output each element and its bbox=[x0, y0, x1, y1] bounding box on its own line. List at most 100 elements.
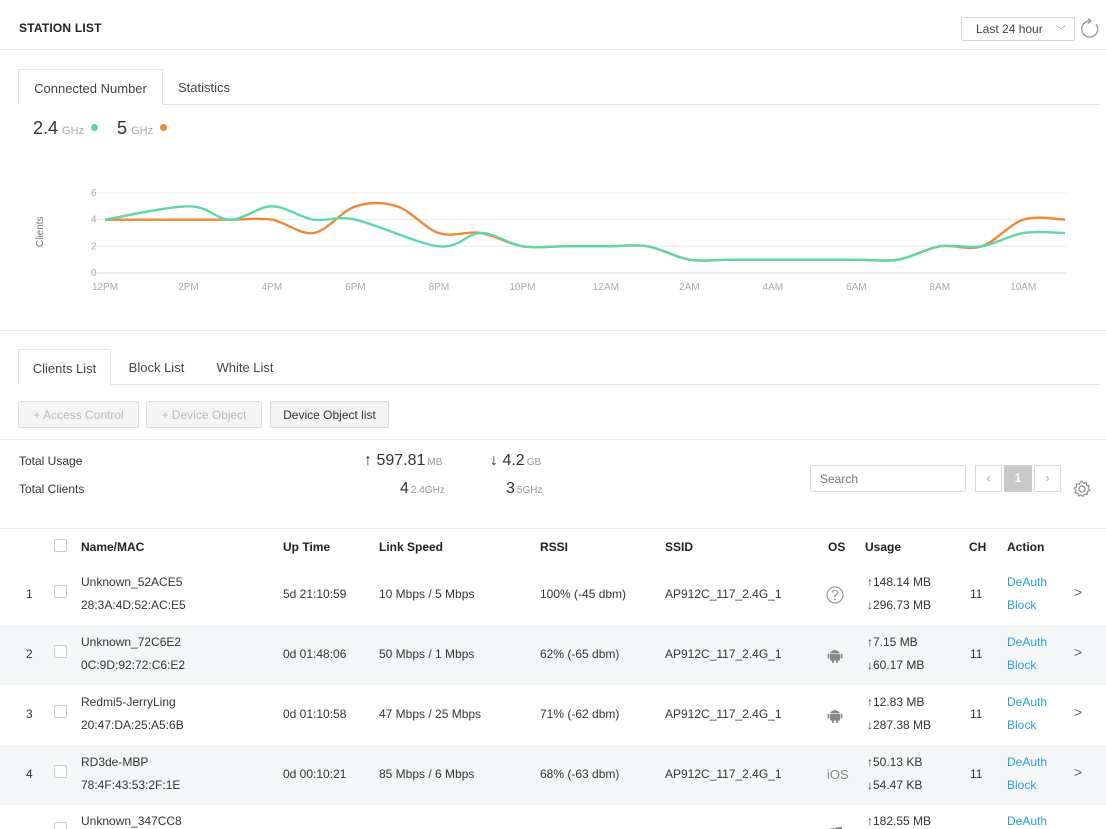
row-download: ↓60.17 MB bbox=[867, 658, 925, 672]
row-checkbox[interactable] bbox=[54, 645, 67, 658]
next-page-button[interactable]: › bbox=[1034, 465, 1061, 492]
chevron-right-icon[interactable]: > bbox=[1074, 584, 1082, 600]
row-mac: 0C:9D:92:72:C6:E2 bbox=[81, 658, 186, 672]
table-row[interactable]: 3 Redmi5-JerryLing 20:47:DA:25:A5:6B 0d … bbox=[0, 685, 1106, 745]
y-tick-label: 2 bbox=[91, 241, 97, 252]
row-channel: 11 bbox=[970, 767, 983, 781]
row-link-speed: 85 Mbps / 6 Mbps bbox=[379, 767, 475, 781]
legend-24-unit: GHz bbox=[62, 125, 85, 137]
row-download: ↓296.73 MB bbox=[867, 598, 932, 612]
row-upload: ↑182.55 MB bbox=[867, 814, 932, 828]
deauth-link[interactable]: DeAuth bbox=[1007, 695, 1047, 709]
col-os[interactable]: OS bbox=[828, 540, 845, 554]
row-ssid: AP912C_117_2.4G_1 bbox=[665, 587, 782, 601]
legend-24-dot bbox=[91, 123, 99, 131]
deauth-link[interactable]: DeAuth bbox=[1007, 635, 1047, 649]
chevron-right-icon[interactable]: > bbox=[1074, 644, 1082, 660]
tab-block-list[interactable]: Block List bbox=[114, 349, 199, 385]
chevron-down-icon: ﹀ bbox=[1056, 26, 1066, 37]
total-clients-label: Total Clients bbox=[19, 482, 85, 496]
row-name: RD3de-MBP bbox=[81, 755, 149, 769]
chevron-right-icon[interactable]: > bbox=[1074, 764, 1082, 780]
block-link[interactable]: Block bbox=[1007, 718, 1036, 732]
current-page[interactable]: 1 bbox=[1004, 465, 1032, 492]
clients-24ghz-value: 4 bbox=[400, 480, 409, 497]
x-tick-label: 6PM bbox=[345, 282, 366, 293]
row-uptime: 0d 01:48:06 bbox=[283, 647, 347, 661]
legend-5-dot bbox=[160, 123, 168, 131]
row-mac: 78:4F:43:53:2F:1E bbox=[81, 778, 181, 792]
device-object-list-button[interactable]: Device Object list bbox=[270, 401, 389, 428]
table-row[interactable]: Unknown_347CC8 ↑182.55 MB DeAuth bbox=[0, 805, 1106, 829]
row-checkbox[interactable] bbox=[54, 705, 67, 718]
col-usage[interactable]: Usage bbox=[865, 540, 901, 554]
row-rssi: 62% (-65 dbm) bbox=[540, 647, 620, 661]
row-channel: 11 bbox=[970, 707, 983, 721]
deauth-link[interactable]: DeAuth bbox=[1007, 755, 1047, 769]
total-upload-value: ↑ 597.81 bbox=[364, 452, 426, 469]
x-tick-label: 6AM bbox=[846, 282, 867, 293]
prev-page-button[interactable]: ‹ bbox=[975, 465, 1002, 492]
row-mac: 20:47:DA:25:A5:6B bbox=[81, 718, 184, 732]
tab-clients-list[interactable]: Clients List bbox=[18, 349, 111, 385]
tab-statistics[interactable]: Statistics bbox=[164, 69, 244, 105]
row-name: Unknown_347CC8 bbox=[81, 814, 182, 828]
clients-24ghz: 4 2.4GHz bbox=[400, 480, 445, 498]
block-link[interactable]: Block bbox=[1007, 658, 1036, 672]
x-tick-label: 12AM bbox=[593, 282, 619, 293]
total-download-unit: GB bbox=[526, 457, 542, 468]
row-rssi: 68% (-63 dbm) bbox=[540, 767, 620, 781]
col-rssi[interactable]: RSSI bbox=[540, 540, 568, 554]
tab-white-list[interactable]: White List bbox=[204, 349, 286, 385]
row-rssi: 100% (-45 dbm) bbox=[540, 587, 627, 601]
table-row[interactable]: 4 RD3de-MBP 78:4F:43:53:2F:1E 0d 00:10:2… bbox=[0, 745, 1106, 805]
gear-icon[interactable] bbox=[1072, 479, 1092, 499]
total-upload: ↑ 597.81 MB bbox=[364, 452, 442, 470]
row-channel: 11 bbox=[970, 647, 983, 661]
total-upload-unit: MB bbox=[427, 457, 443, 468]
row-checkbox[interactable] bbox=[54, 765, 67, 778]
clients-24ghz-unit: 2.4GHz bbox=[410, 485, 445, 496]
unknown-os-icon bbox=[826, 586, 844, 604]
select-all-checkbox[interactable] bbox=[54, 539, 67, 552]
access-control-button[interactable]: + Access Control bbox=[18, 401, 139, 428]
clients-5ghz-unit: 5GHz bbox=[516, 485, 543, 496]
col-ssid[interactable]: SSID bbox=[665, 540, 693, 554]
android-icon bbox=[827, 650, 843, 663]
refresh-icon[interactable] bbox=[1079, 18, 1101, 40]
col-link-speed[interactable]: Link Speed bbox=[379, 540, 443, 554]
device-object-button[interactable]: + Device Object bbox=[146, 401, 262, 428]
col-up-time[interactable]: Up Time bbox=[283, 540, 330, 554]
deauth-link[interactable]: DeAuth bbox=[1007, 814, 1047, 828]
x-tick-label: 10PM bbox=[509, 282, 535, 293]
row-rssi: 71% (-62 dbm) bbox=[540, 707, 620, 721]
y-tick-label: 0 bbox=[91, 268, 97, 279]
deauth-link[interactable]: DeAuth bbox=[1007, 575, 1047, 589]
row-checkbox[interactable] bbox=[54, 822, 67, 829]
x-tick-label: 12PM bbox=[92, 282, 118, 293]
col-name-mac[interactable]: Name/MAC bbox=[81, 540, 144, 554]
block-link[interactable]: Block bbox=[1007, 598, 1036, 612]
row-index: 2 bbox=[26, 647, 33, 661]
clients-5ghz-value: 3 bbox=[506, 480, 515, 497]
y-axis-label: Clients bbox=[35, 216, 46, 247]
block-link[interactable]: Block bbox=[1007, 778, 1036, 792]
chevron-right-icon[interactable]: > bbox=[1074, 704, 1082, 720]
row-upload: ↑7.15 MB bbox=[867, 635, 918, 649]
search-input[interactable] bbox=[810, 465, 966, 492]
table-row[interactable]: 2 Unknown_72C6E2 0C:9D:92:72:C6:E2 0d 01… bbox=[0, 625, 1106, 685]
row-checkbox[interactable] bbox=[54, 585, 67, 598]
table-row[interactable]: 1 Unknown_52ACE5 28:3A:4D:52:AC:E5 5d 21… bbox=[0, 565, 1106, 625]
row-ssid: AP912C_117_2.4G_1 bbox=[665, 707, 782, 721]
legend-5-value: 5 bbox=[117, 118, 128, 138]
row-download: ↓287.38 MB bbox=[867, 718, 932, 732]
header: STATION LIST Last 24 hour ﹀ bbox=[0, 0, 1106, 50]
legend-5-unit: GHz bbox=[131, 125, 154, 137]
time-range-select[interactable]: Last 24 hour ﹀ bbox=[961, 17, 1075, 41]
row-ssid: AP912C_117_2.4G_1 bbox=[665, 647, 782, 661]
row-index: 1 bbox=[26, 587, 33, 601]
tab-connected-number[interactable]: Connected Number bbox=[18, 69, 163, 105]
col-ch[interactable]: CH bbox=[969, 540, 986, 554]
row-link-speed: 10 Mbps / 5 Mbps bbox=[379, 587, 475, 601]
total-usage-label: Total Usage bbox=[19, 454, 83, 468]
